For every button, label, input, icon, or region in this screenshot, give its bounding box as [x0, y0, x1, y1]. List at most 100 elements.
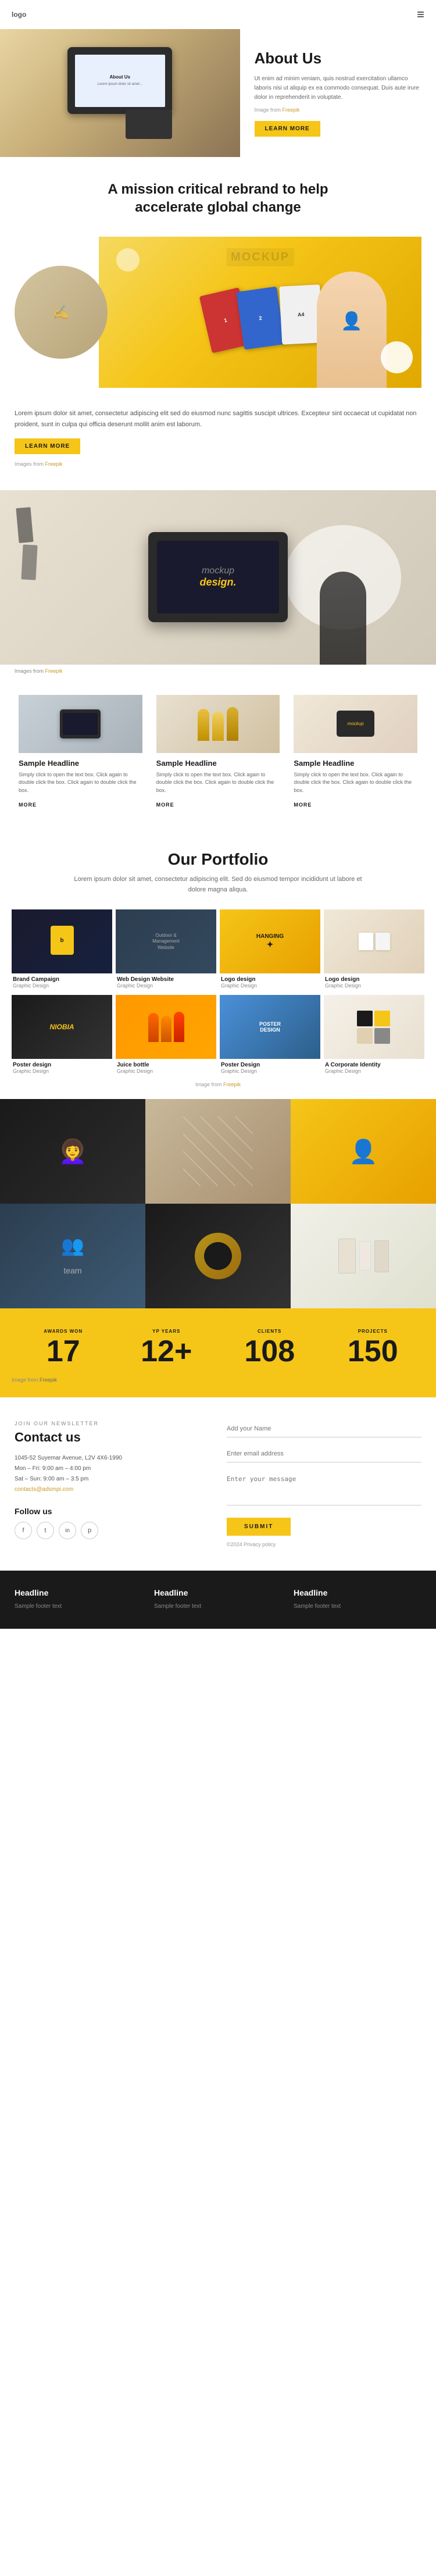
stat-2: CLIENTS 108: [218, 1323, 321, 1372]
portfolio-item-5-name: Juice bottle: [117, 1062, 215, 1068]
footer-col-1: Headline Sample footer text: [154, 1588, 282, 1611]
logo: logo: [12, 10, 26, 19]
mission-section: A mission critical rebrand to help accel…: [0, 157, 436, 490]
contact-email-input[interactable]: [227, 1446, 421, 1462]
portfolio-credit: Image from Freepik: [12, 1082, 424, 1087]
portfolio-item-1-name: Web Design Website: [117, 976, 215, 983]
footer-col-2-text: Sample footer text: [294, 1602, 421, 1611]
portfolio-item-1-cat: Graphic Design: [117, 983, 215, 989]
portfolio-grid-row1: b Brand Campaign Graphic Design Outdoor …: [12, 909, 424, 991]
social-facebook[interactable]: f: [15, 1522, 32, 1539]
portfolio-subtitle: Lorem ipsum dolor sit amet, consectetur …: [73, 875, 363, 895]
portfolio-item-6[interactable]: POSTERDESIGN Poster Design Graphic Desig…: [220, 995, 320, 1077]
about-learn-more-button[interactable]: LEARN MORE: [255, 121, 320, 137]
social-pinterest[interactable]: p: [81, 1522, 98, 1539]
stats-credit: Image from Freepik: [12, 1377, 424, 1383]
card-2-title: Sample Headline: [156, 759, 280, 768]
card-3-image: mockup: [294, 695, 417, 753]
photo-4: 👥team: [0, 1204, 145, 1308]
yellow-laptop: mockup design.: [148, 532, 288, 622]
footer-col-1-text: Sample footer text: [154, 1602, 282, 1611]
portfolio-item-0-cat: Graphic Design: [13, 983, 111, 989]
footer-col-2: Headline Sample footer text: [294, 1588, 421, 1611]
yellow-credit-row: Images from Freepik: [0, 665, 436, 677]
mission-image-left: ✍: [15, 266, 108, 359]
contact-name-input[interactable]: [227, 1421, 421, 1437]
footer-col-1-title: Headline: [154, 1588, 282, 1597]
portfolio-item-3[interactable]: Logo design Graphic Design: [324, 909, 424, 991]
social-twitter[interactable]: t: [37, 1522, 54, 1539]
newsletter-label: JOIN OUR NEWSLETTER: [15, 1421, 209, 1426]
hamburger-icon[interactable]: ≡: [417, 7, 424, 22]
portfolio-item-2-cat: Graphic Design: [221, 983, 319, 989]
stats-section: AWARDS WON 17 YP YEARS 12+ CLIENTS 108 P…: [0, 1308, 436, 1397]
mission-credit: Images from Freepik: [15, 461, 421, 467]
footer: Headline Sample footer text Headline Sam…: [0, 1571, 436, 1629]
contact-title: Contact us: [15, 1430, 209, 1445]
contact-email[interactable]: contacts@adsmpi.com: [15, 1485, 209, 1495]
contact-message-input[interactable]: [227, 1471, 421, 1505]
portfolio-grid-row2: NIOBIA Poster design Graphic Design Juic…: [12, 995, 424, 1077]
mission-images: ✍ 1 2 A4 👤 MOCKUP: [15, 234, 421, 391]
mission-title: A mission critical rebrand to help accel…: [73, 180, 363, 216]
portfolio-title: Our Portfolio: [12, 850, 424, 869]
submit-button[interactable]: SUBMIT: [227, 1518, 291, 1536]
portfolio-item-4-cat: Graphic Design: [13, 1068, 111, 1074]
stat-2-value: 108: [224, 1336, 316, 1367]
privacy-text: ©2024 Privacy policy: [227, 1542, 421, 1547]
card-1-link[interactable]: MORE: [19, 802, 37, 808]
about-image-placeholder: About Us Lorem ipsum dolor sit amet...: [0, 29, 240, 157]
stats-grid: AWARDS WON 17 YP YEARS 12+ CLIENTS 108 P…: [12, 1323, 424, 1372]
portfolio-item-4[interactable]: NIOBIA Poster design Graphic Design: [12, 995, 112, 1077]
stat-0-label: AWARDS WON: [17, 1329, 109, 1334]
social-icons-row: f t in p: [15, 1522, 209, 1539]
footer-grid: Headline Sample footer text Headline Sam…: [15, 1588, 421, 1611]
mission-learn-more-button[interactable]: LEARN MORE: [15, 438, 80, 454]
portfolio-item-5[interactable]: Juice bottle Graphic Design: [116, 995, 216, 1077]
card-2: Sample Headline Simply click to open the…: [149, 689, 287, 816]
stat-1: YP YEARS 12+: [115, 1323, 219, 1372]
navbar: logo ≡: [0, 0, 436, 29]
contact-left: JOIN OUR NEWSLETTER Contact us 1045-52 S…: [15, 1421, 209, 1547]
portfolio-item-0-name: Brand Campaign: [13, 976, 111, 983]
stat-3-label: PROJECTS: [327, 1329, 419, 1334]
social-linkedin[interactable]: in: [59, 1522, 76, 1539]
card-3: mockup Sample Headline Simply click to o…: [287, 689, 424, 816]
about-section: About Us Lorem ipsum dolor sit amet... A…: [0, 29, 436, 157]
portfolio-section: Our Portfolio Lorem ipsum dolor sit amet…: [0, 833, 436, 1099]
card-2-image: [156, 695, 280, 753]
card-1: Sample Headline Simply click to open the…: [12, 689, 149, 816]
portfolio-item-4-name: Poster design: [13, 1062, 111, 1068]
mission-body: Lorem ipsum dolor sit amet, consectetur …: [15, 408, 421, 430]
portfolio-item-6-name: Poster Design: [221, 1062, 319, 1068]
card-2-link[interactable]: MORE: [156, 802, 174, 808]
stat-3: PROJECTS 150: [321, 1323, 425, 1372]
photo-6: [291, 1204, 436, 1308]
contact-address: 1045-52 Suyemar Avenue, L2V 4X6-1990 Mon…: [15, 1453, 209, 1495]
footer-col-0: Headline Sample footer text: [15, 1588, 142, 1611]
photo-5: [145, 1204, 291, 1308]
portfolio-item-7[interactable]: A Corporate Identity Graphic Design: [324, 995, 424, 1077]
portfolio-item-1[interactable]: Outdoor &ManagementWebsite Web Design We…: [116, 909, 216, 991]
yellow-laptop-area: mockup design.: [0, 490, 436, 665]
stat-0-value: 17: [17, 1336, 109, 1367]
yellow-section: mockup design. Images from Freepik: [0, 490, 436, 677]
cards-section: Sample Headline Simply click to open the…: [0, 677, 436, 833]
portfolio-item-5-cat: Graphic Design: [117, 1068, 215, 1074]
portfolio-item-0[interactable]: b Brand Campaign Graphic Design: [12, 909, 112, 991]
stat-3-value: 150: [327, 1336, 419, 1367]
stat-0: AWARDS WON 17: [12, 1323, 115, 1372]
follow-section: Follow us f t in p: [15, 1507, 209, 1539]
portfolio-item-2[interactable]: HANGING✦ Logo design Graphic Design: [220, 909, 320, 991]
portfolio-item-2-name: Logo design: [221, 976, 319, 983]
photo-2: [145, 1099, 291, 1204]
portfolio-item-7-name: A Corporate Identity: [325, 1062, 423, 1068]
portfolio-item-6-cat: Graphic Design: [221, 1068, 319, 1074]
contact-section: JOIN OUR NEWSLETTER Contact us 1045-52 S…: [0, 1397, 436, 1571]
card-3-text: Simply click to open the text box. Click…: [294, 771, 417, 795]
card-2-text: Simply click to open the text box. Click…: [156, 771, 280, 795]
footer-col-2-title: Headline: [294, 1588, 421, 1597]
stat-1-label: YP YEARS: [121, 1329, 213, 1334]
mission-image-right: 1 2 A4 👤 MOCKUP: [99, 237, 421, 388]
card-3-link[interactable]: MORE: [294, 802, 312, 808]
